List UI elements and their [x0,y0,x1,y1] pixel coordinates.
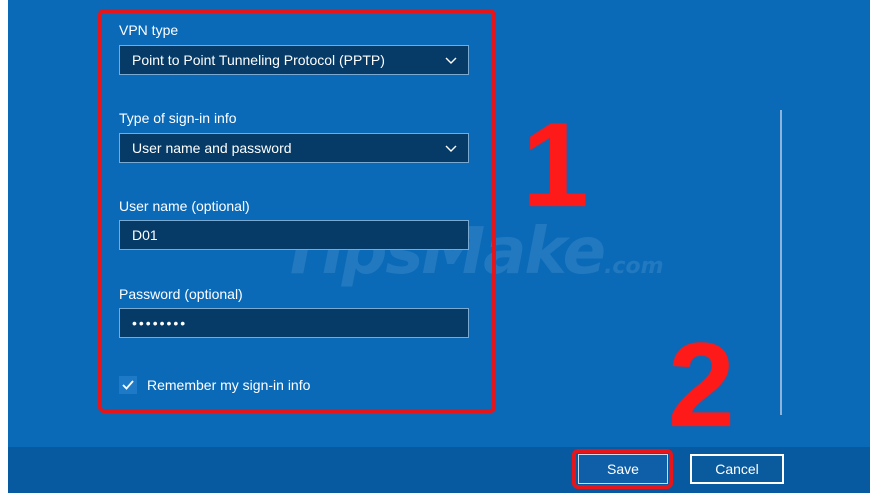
form-highlight-box [98,9,496,413]
watermark-suffix: .com [604,254,664,279]
step-number-2: 2 [668,318,735,452]
save-highlight-box [572,449,673,489]
step-number-1: 1 [522,98,589,232]
cancel-button[interactable]: Cancel [690,454,784,484]
scrollbar[interactable] [780,110,782,415]
